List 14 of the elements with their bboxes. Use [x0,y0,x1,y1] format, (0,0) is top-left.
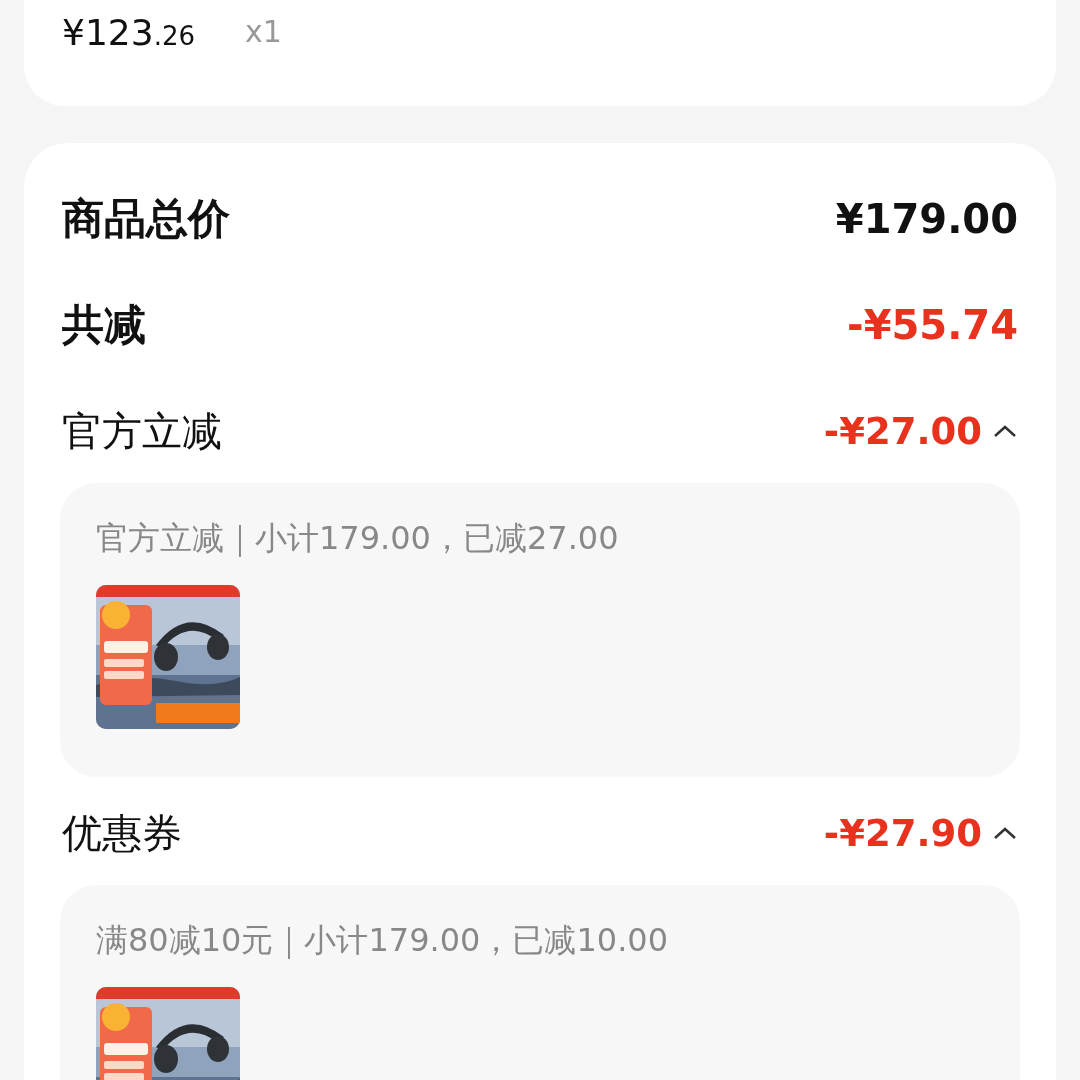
discount-label: 优惠券 [62,808,182,858]
discount-detail-text: 满80减10元｜小计179.00，已减10.00 [96,920,669,961]
discount-amount: -¥55.74 [847,302,1018,348]
summary-amount: ¥179.00 [835,196,1018,242]
summary-label: 共减 [62,299,146,351]
discount-amount: -¥27.90 [823,811,982,855]
discount-amount: -¥27.00 [823,409,982,453]
chevron-up-icon[interactable] [992,825,1018,841]
chevron-up-icon[interactable] [992,423,1018,439]
discount-label: 官方立减 [62,406,222,456]
item-price: ¥123.26 [62,12,195,53]
summary-label: 商品总价 [62,193,230,245]
item-quantity: x1 [245,14,282,49]
discount-detail-text: 官方立减｜小计179.00，已减27.00 [96,518,620,559]
